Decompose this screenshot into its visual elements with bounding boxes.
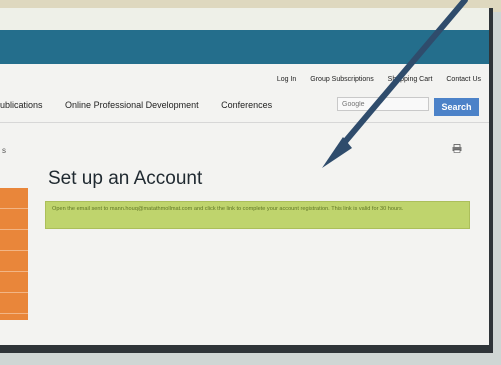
arrow-pointer-icon [322,0,468,168]
